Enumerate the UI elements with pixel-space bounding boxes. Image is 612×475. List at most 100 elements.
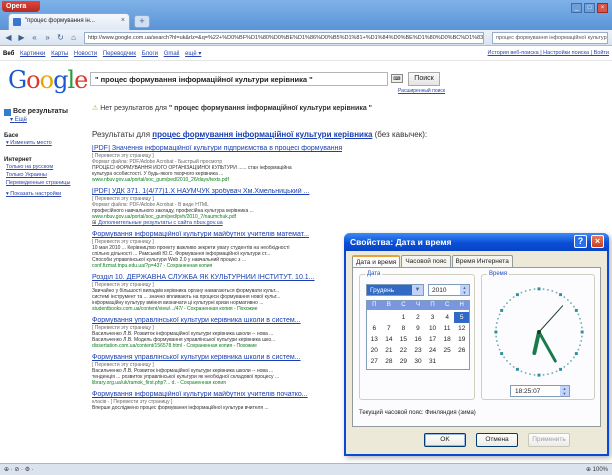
- ok-button[interactable]: OK: [424, 433, 466, 447]
- help-icon[interactable]: ?: [574, 235, 587, 248]
- browser-tab[interactable]: "процес формування ін... ×: [8, 13, 130, 30]
- dialog-titlebar[interactable]: Свойства: Дата и время: [344, 233, 609, 251]
- calendar-day[interactable]: 13: [367, 334, 382, 345]
- calendar-day[interactable]: 24: [425, 345, 440, 356]
- opera-menu-button[interactable]: Opera: [2, 1, 40, 12]
- calendar-day[interactable]: 26: [454, 345, 469, 356]
- apply-button[interactable]: Применить: [528, 433, 570, 447]
- sidebar-translated[interactable]: Переведенные страницы: [4, 180, 90, 187]
- result-url[interactable]: www.nbuv.gov.ua/portal/soc_gum/ped/2010_…: [92, 177, 342, 183]
- calendar-day[interactable]: 6: [367, 323, 382, 334]
- browser-search-field[interactable]: процес формування інформаційної культури…: [492, 32, 608, 44]
- zoom-level[interactable]: ⊕ 100%: [586, 466, 608, 473]
- tab-close-icon[interactable]: ×: [121, 17, 125, 24]
- calendar-day[interactable]: 4: [440, 312, 455, 323]
- gbar-account-links[interactable]: История веб-поиска | Настройки поиска | …: [488, 50, 609, 56]
- calendar-day[interactable]: 20: [367, 345, 382, 356]
- showing-query-link[interactable]: процес формування інформаційної культури…: [152, 130, 372, 139]
- result-title-link[interactable]: Розділ 10. ДЕРЖАВНА СЛУЖБА ЯК КУЛЬТУРНИЙ…: [92, 274, 342, 282]
- result-url[interactable]: dissertation.com.ua/content/156578.html …: [92, 343, 342, 349]
- calendar-day[interactable]: 14: [382, 334, 397, 345]
- result-title-link[interactable]: [PDF] УДК 371. 1(4/77)1.Х НАУМЧУК зробув…: [92, 188, 342, 196]
- time-field[interactable]: 18:25:07 ▲ ▼: [510, 385, 570, 397]
- calendar-day[interactable]: 16: [411, 334, 426, 345]
- calendar-day[interactable]: 28: [382, 356, 397, 367]
- calendar-day[interactable]: 30: [411, 356, 426, 367]
- result-title-link[interactable]: [PDF] Значення інформаційної культури пі…: [92, 145, 342, 153]
- calendar-day[interactable]: 18: [440, 334, 455, 345]
- gbar-link-gmail[interactable]: Gmail: [164, 51, 180, 57]
- spin-arrows-icon[interactable]: ▲ ▼: [560, 386, 569, 396]
- calendar-day[interactable]: 9: [411, 323, 426, 334]
- cancel-button[interactable]: Отмена: [476, 433, 518, 447]
- gbar-link-translate[interactable]: Переводчик: [103, 51, 136, 57]
- calendar-day[interactable]: 10: [425, 323, 440, 334]
- month-select[interactable]: Грудень ▼: [366, 284, 424, 296]
- weekday-label: П: [430, 302, 435, 308]
- sidebar-lang-ukraine[interactable]: Только Украины: [4, 172, 90, 179]
- search-input[interactable]: " процес формування інформаційної культу…: [90, 72, 388, 86]
- sidebar-change-location[interactable]: ▾ Изменить место: [4, 140, 90, 147]
- fast-forward-icon[interactable]: »: [42, 32, 53, 43]
- calendar-day[interactable]: 27: [367, 356, 382, 367]
- calendar-day[interactable]: 31: [425, 356, 440, 367]
- result-title-link[interactable]: Формування інформаційної культури майбут…: [92, 231, 342, 239]
- advanced-search-link[interactable]: Расширенный поиск: [398, 88, 445, 94]
- calendar-day[interactable]: 29: [396, 356, 411, 367]
- calendar-day[interactable]: 3: [425, 312, 440, 323]
- more-results-link[interactable]: Дополнительные результаты с сайта nbuv.g…: [92, 220, 342, 226]
- calendar-day[interactable]: 22: [396, 345, 411, 356]
- result-url[interactable]: studentbooks.com.ua/content/view/.../47/…: [92, 306, 342, 312]
- calendar-day[interactable]: 17: [425, 334, 440, 345]
- sidebar-lang-russian[interactable]: Только на русском: [4, 164, 90, 171]
- calendar-day[interactable]: 21: [382, 345, 397, 356]
- rewind-icon[interactable]: «: [29, 32, 40, 43]
- weekday-label: С: [401, 302, 406, 308]
- address-bar[interactable]: http://www.google.com.ua/search?hl=uk&rl…: [84, 32, 484, 44]
- sidebar-all-results[interactable]: Все результаты: [4, 108, 90, 116]
- calendar-day[interactable]: 11: [440, 323, 455, 334]
- window-close-icon[interactable]: ×: [597, 3, 608, 13]
- gbar-link-blogs[interactable]: Блоги: [142, 51, 158, 57]
- gbar-link-images[interactable]: Картинки: [20, 51, 45, 57]
- calendar-empty-cell: [454, 356, 469, 367]
- status-panel-icons[interactable]: ⊕ · ⊘ · ⚙ ·: [4, 467, 34, 473]
- gbar-link-news[interactable]: Новости: [74, 51, 97, 57]
- minimize-icon[interactable]: _: [571, 3, 582, 13]
- result-title-link[interactable]: Формування інформаційної культури майбут…: [92, 391, 342, 399]
- new-tab-button[interactable]: +: [134, 15, 150, 28]
- sidebar-more-link[interactable]: ▾ Ещё: [4, 116, 90, 123]
- result-title-link[interactable]: Формування управлінської культури керівн…: [92, 354, 342, 362]
- maximize-icon[interactable]: □: [584, 3, 595, 13]
- result-title-link[interactable]: Формування управлінської культури керівн…: [92, 317, 342, 325]
- chevron-down-icon[interactable]: ▼: [412, 285, 423, 295]
- google-logo[interactable]: Google: [8, 66, 88, 94]
- calendar-day[interactable]: 23: [411, 345, 426, 356]
- calendar-day[interactable]: 7: [382, 323, 397, 334]
- calendar-day[interactable]: 5: [454, 312, 469, 323]
- calendar-day[interactable]: 25: [440, 345, 455, 356]
- sidebar-show-options[interactable]: ▾ Показать настройки: [4, 191, 90, 198]
- result-url[interactable]: library.org.ua/uk/ramok_first.php?... d.…: [92, 380, 342, 386]
- gbar-link-web[interactable]: Веб: [3, 51, 14, 57]
- calendar-day[interactable]: 1: [396, 312, 411, 323]
- back-icon[interactable]: ◀: [3, 32, 14, 43]
- gbar-link-maps[interactable]: Карты: [51, 51, 68, 57]
- calendar-day[interactable]: 19: [454, 334, 469, 345]
- keyboard-icon[interactable]: ⌨: [391, 74, 403, 83]
- result-url[interactable]: conf.fizmat.tnpu.edu.ua/?p=437 - Сохране…: [92, 263, 342, 269]
- calendar-day[interactable]: 12: [454, 323, 469, 334]
- spin-arrows-icon[interactable]: ▲ ▼: [460, 285, 469, 295]
- calendar-day[interactable]: 2: [411, 312, 426, 323]
- search-button[interactable]: Поиск: [408, 72, 440, 86]
- forward-icon[interactable]: ▶: [16, 32, 27, 43]
- clock-minute-mark: [529, 373, 531, 375]
- calendar-day[interactable]: 15: [396, 334, 411, 345]
- reload-icon[interactable]: ↻: [55, 32, 66, 43]
- year-stepper[interactable]: 2010 ▲ ▼: [428, 284, 470, 296]
- home-icon[interactable]: ⌂: [68, 32, 79, 43]
- dialog-close-icon[interactable]: ×: [591, 235, 604, 248]
- result-item: Розділ 10. ДЕРЖАВНА СЛУЖБА ЯК КУЛЬТУРНИЙ…: [92, 274, 342, 312]
- gbar-link-more[interactable]: ещё ▾: [185, 51, 201, 57]
- calendar-day[interactable]: 8: [396, 323, 411, 334]
